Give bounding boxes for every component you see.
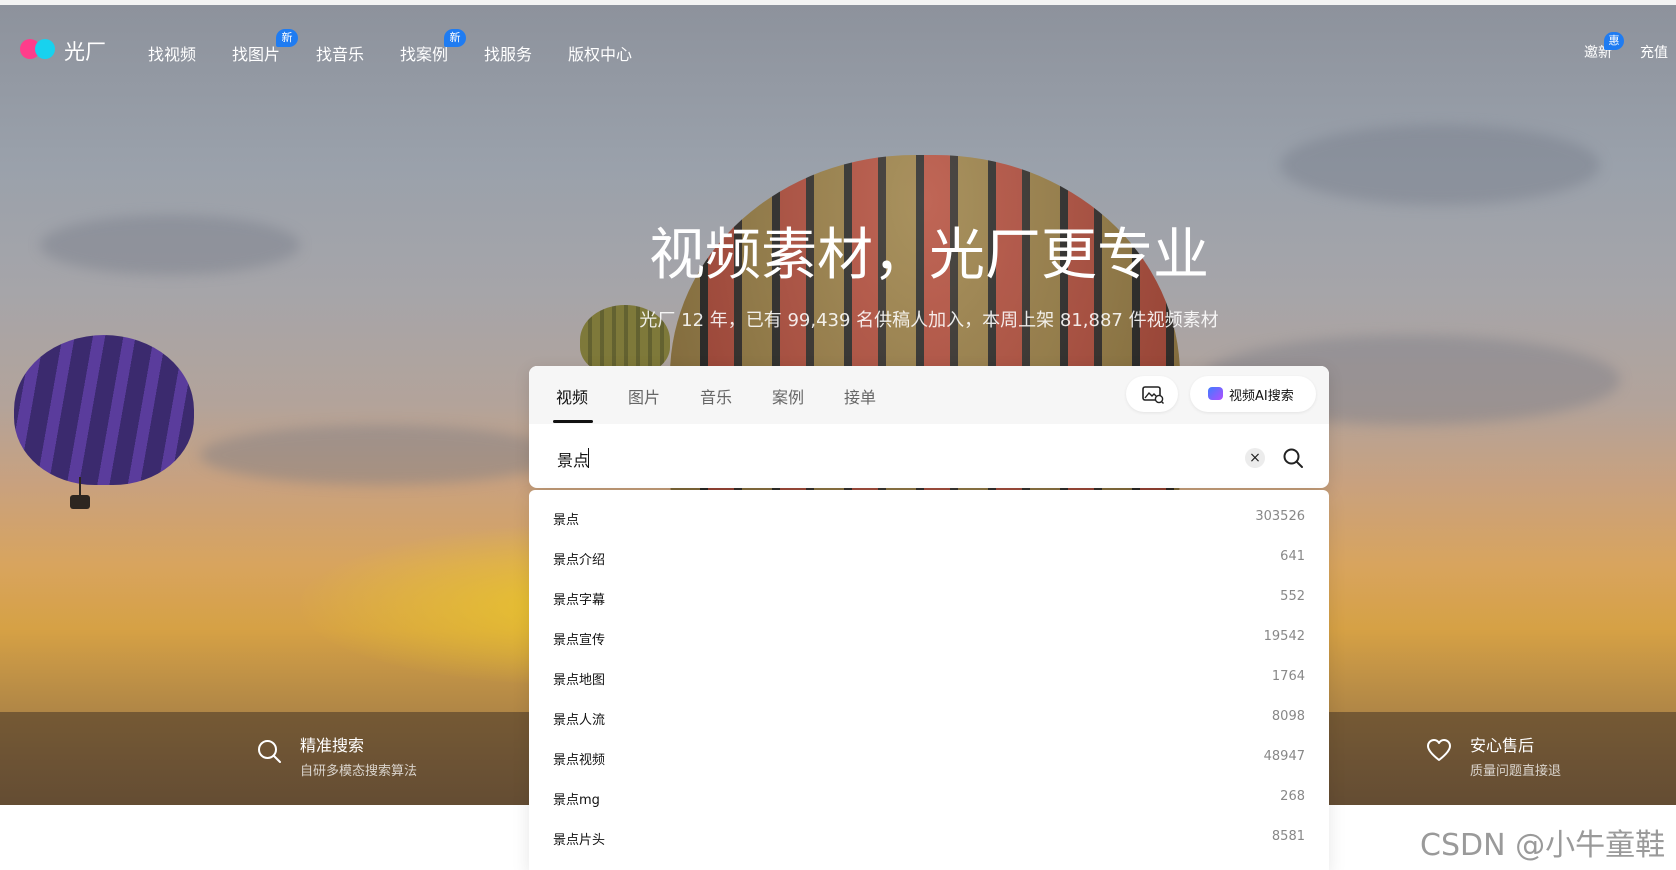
suggestion-term: 景点视频 xyxy=(553,753,606,768)
suggestion-item[interactable]: 景点视频 48947 xyxy=(529,738,1329,778)
tab-image[interactable]: 图片 xyxy=(628,384,660,408)
suggestion-count: 8581 xyxy=(1271,829,1305,844)
nav-find-service[interactable]: 找服务 xyxy=(484,41,532,65)
suggestion-item[interactable]: 景点地图 1764 xyxy=(529,658,1329,698)
hero-subtitle: 光厂 12 年，已有 99,439 名供稿人加入，本周上架 81,887 件视频… xyxy=(639,310,1219,331)
suggestion-term: 景点 xyxy=(553,513,580,528)
nav-label: 找案例 xyxy=(400,45,449,64)
feature-desc: 质量问题直接退 xyxy=(1470,764,1562,779)
suggestion-term: 景点片头 xyxy=(553,833,606,848)
nav-find-music[interactable]: 找音乐 xyxy=(316,41,364,65)
search-icon[interactable] xyxy=(1281,446,1305,470)
suggestion-term: 景点介绍 xyxy=(553,553,606,568)
suggestion-item[interactable]: 景点 303526 xyxy=(529,498,1329,538)
logo-text: 光厂 xyxy=(64,40,106,64)
suggestion-item[interactable]: 景点片头 8581 xyxy=(529,818,1329,858)
suggestion-count: 8098 xyxy=(1271,709,1305,724)
search-panel: 视频 图片 音乐 案例 接单 视频AI搜索 × xyxy=(529,366,1329,488)
text-caret xyxy=(588,448,589,468)
suggestion-count: 19542 xyxy=(1263,629,1305,644)
nav-label: 找音乐 xyxy=(316,45,365,64)
active-tab-indicator xyxy=(553,420,593,423)
balloon-rope xyxy=(79,477,81,497)
image-search-button[interactable] xyxy=(1126,376,1178,412)
feature-desc: 自研多模态搜索算法 xyxy=(300,764,418,779)
feature-title: 安心售后 xyxy=(1470,736,1535,755)
clear-icon[interactable]: × xyxy=(1245,448,1265,468)
nav-find-image[interactable]: 找图片 新 xyxy=(232,29,299,65)
tab-jobs[interactable]: 接单 xyxy=(844,384,876,408)
site-header: 光厂 找视频 找图片 新 找音乐 找案例 新 找服务 版权中心 邀新 惠 充值 xyxy=(0,5,1676,85)
ai-search-button[interactable]: 视频AI搜索 xyxy=(1190,376,1316,412)
tab-case[interactable]: 案例 xyxy=(772,384,804,408)
suggestion-item[interactable]: 景点宣传 19542 xyxy=(529,618,1329,658)
nav-find-video[interactable]: 找视频 xyxy=(148,41,196,65)
suggestion-item[interactable]: 景点介绍 641 xyxy=(529,538,1329,578)
cloud-shape xyxy=(200,425,560,485)
hero-title: 视频素材，光厂更专业 xyxy=(649,223,1209,288)
search-tabs: 视频 图片 音乐 案例 接单 视频AI搜索 xyxy=(529,366,1329,424)
suggestion-dropdown: 景点 303526 景点介绍 641 景点字幕 552 景点宣传 19542 景… xyxy=(529,490,1329,870)
new-badge: 新 xyxy=(444,29,467,47)
hot-air-balloon-purple xyxy=(14,335,194,485)
nav-label: 找图片 xyxy=(232,45,281,64)
ai-chat-icon xyxy=(1208,387,1223,400)
watermark-text: CSDN @小牛童鞋 xyxy=(1420,828,1666,863)
suggestion-item[interactable]: 景点人流 8098 xyxy=(529,698,1329,738)
image-search-icon xyxy=(1142,386,1164,404)
nav-label: 版权中心 xyxy=(568,45,633,64)
suggestion-term: 景点mg xyxy=(553,793,600,808)
cloud-shape xyxy=(1280,125,1600,205)
search-icon xyxy=(258,740,281,763)
search-input[interactable] xyxy=(555,446,1219,472)
nav-find-case[interactable]: 找案例 新 xyxy=(400,29,467,65)
nav-label: 找服务 xyxy=(484,45,533,64)
suggestion-count: 48947 xyxy=(1263,749,1305,764)
suggestion-count: 1764 xyxy=(1271,669,1305,684)
feature-title: 精准搜索 xyxy=(300,736,365,755)
suggestion-term: 景点地图 xyxy=(553,673,606,688)
promo-badge: 惠 xyxy=(1604,32,1624,50)
invite-link[interactable]: 邀新 惠 xyxy=(1584,32,1624,62)
nav-label: 找视频 xyxy=(148,45,197,64)
suggestion-count: 268 xyxy=(1280,789,1305,804)
heart-icon xyxy=(1427,739,1451,761)
suggestion-count: 552 xyxy=(1280,589,1305,604)
suggestion-count: 303526 xyxy=(1255,509,1305,524)
suggestion-item[interactable]: 景点mg 268 xyxy=(529,778,1329,818)
nav-copyright-center[interactable]: 版权中心 xyxy=(568,41,632,65)
suggestion-count: 641 xyxy=(1280,549,1305,564)
logo-cyan-dot xyxy=(35,39,55,59)
suggestion-term: 景点人流 xyxy=(553,713,606,728)
suggestion-item[interactable]: 景点字幕 552 xyxy=(529,578,1329,618)
tab-video[interactable]: 视频 xyxy=(556,384,588,408)
recharge-link[interactable]: 充值 xyxy=(1640,42,1668,62)
ai-search-label: 视频AI搜索 xyxy=(1229,389,1294,404)
tab-music[interactable]: 音乐 xyxy=(700,384,732,408)
suggestion-term: 景点宣传 xyxy=(553,633,606,648)
new-badge: 新 xyxy=(276,29,299,47)
suggestion-term: 景点字幕 xyxy=(553,593,606,608)
balloon-basket xyxy=(70,495,90,509)
